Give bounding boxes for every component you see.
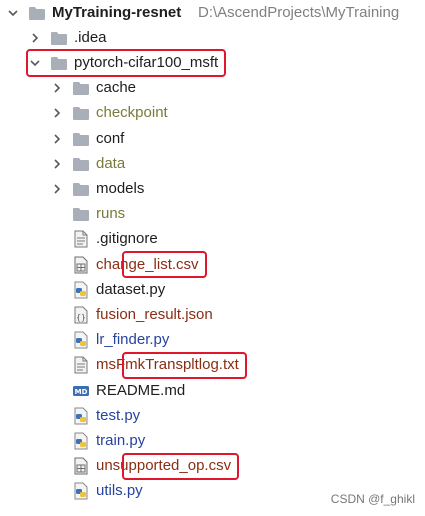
csv-file-icon	[72, 457, 90, 475]
chevron-down-icon[interactable]	[28, 56, 42, 70]
tree-row-pytorch-cifar100-msft[interactable]: pytorch-cifar100_msft	[0, 50, 425, 75]
tree-row-change-list[interactable]: change_list.csv	[0, 252, 425, 277]
tree-item-label: checkpoint	[96, 104, 168, 122]
folder-icon	[50, 54, 68, 72]
root-project-path: D:\AscendProjects\MyTraining	[198, 4, 400, 21]
tree-item-label: test.py	[96, 406, 141, 424]
python-file-icon	[72, 407, 90, 425]
tree-item-label: data	[96, 154, 126, 172]
python-file-icon	[72, 281, 90, 299]
python-file-icon	[72, 432, 90, 450]
tree-item-label: utils.py	[96, 482, 143, 500]
watermark: CSDN @f_ghikl	[330, 492, 415, 506]
folder-icon	[50, 29, 68, 47]
chevron-right-icon[interactable]	[50, 157, 64, 171]
tree-row-msfmk-log[interactable]: msFmkTranspltlog.txt	[0, 353, 425, 378]
tree-row-test-py[interactable]: test.py	[0, 403, 425, 428]
svg-text:MD: MD	[75, 388, 88, 396]
folder-icon	[72, 155, 90, 173]
tree-item-label: README.md	[96, 381, 186, 399]
tree-item-label: unsupported_op.csv	[96, 457, 232, 475]
tree-row-models[interactable]: models	[0, 176, 425, 201]
tree-item-label: .idea	[74, 28, 107, 46]
tree-item-label: .gitignore	[96, 230, 158, 248]
python-file-icon	[72, 331, 90, 349]
chevron-right-icon[interactable]	[50, 106, 64, 120]
tree-row-idea[interactable]: .idea	[0, 25, 425, 50]
chevron-right-icon[interactable]	[50, 182, 64, 196]
tree-item-label: change_list.csv	[96, 255, 199, 273]
project-tree: MyTraining-resnet D:\AscendProjects\MyTr…	[0, 0, 425, 516]
tree-root-row[interactable]: MyTraining-resnet D:\AscendProjects\MyTr…	[0, 0, 425, 25]
chevron-right-icon[interactable]	[50, 132, 64, 146]
folder-icon	[72, 79, 90, 97]
folder-icon	[72, 130, 90, 148]
tree-item-label: msFmkTranspltlog.txt	[96, 356, 239, 374]
tree-item-label: cache	[96, 79, 137, 97]
csv-file-icon	[72, 256, 90, 274]
python-file-icon	[72, 482, 90, 500]
tree-row-cache[interactable]: cache	[0, 76, 425, 101]
chevron-right-icon[interactable]	[28, 31, 42, 45]
tree-row-gitignore[interactable]: .gitignore	[0, 227, 425, 252]
folder-icon	[72, 104, 90, 122]
tree-row-fusion-result[interactable]: {} fusion_result.json	[0, 302, 425, 327]
chevron-right-icon[interactable]	[50, 81, 64, 95]
tree-row-train-py[interactable]: train.py	[0, 428, 425, 453]
text-file-icon	[72, 230, 90, 248]
tree-row-conf[interactable]: conf	[0, 126, 425, 151]
tree-row-dataset-py[interactable]: dataset.py	[0, 277, 425, 302]
markdown-file-icon: MD	[72, 382, 90, 400]
tree-row-data[interactable]: data	[0, 151, 425, 176]
tree-row-runs[interactable]: runs	[0, 202, 425, 227]
folder-icon	[28, 4, 46, 22]
tree-item-label: conf	[96, 129, 125, 147]
tree-item-label: models	[96, 179, 145, 197]
tree-row-lr-finder[interactable]: lr_finder.py	[0, 328, 425, 353]
tree-item-label: runs	[96, 205, 126, 223]
tree-item-label: fusion_result.json	[96, 305, 213, 323]
tree-row-checkpoint[interactable]: checkpoint	[0, 101, 425, 126]
chevron-down-icon[interactable]	[6, 6, 20, 20]
text-file-icon	[72, 356, 90, 374]
tree-item-label: dataset.py	[96, 280, 166, 298]
folder-icon	[72, 180, 90, 198]
tree-item-label: lr_finder.py	[96, 331, 170, 349]
folder-icon	[72, 205, 90, 223]
tree-item-label: train.py	[96, 431, 146, 449]
root-project-name: MyTraining-resnet	[52, 3, 182, 21]
tree-item-label: pytorch-cifar100_msft	[74, 53, 219, 71]
tree-row-unsupported-op[interactable]: unsupported_op.csv	[0, 454, 425, 479]
svg-text:{}: {}	[76, 313, 86, 322]
json-file-icon: {}	[72, 306, 90, 324]
tree-row-readme[interactable]: MD README.md	[0, 378, 425, 403]
